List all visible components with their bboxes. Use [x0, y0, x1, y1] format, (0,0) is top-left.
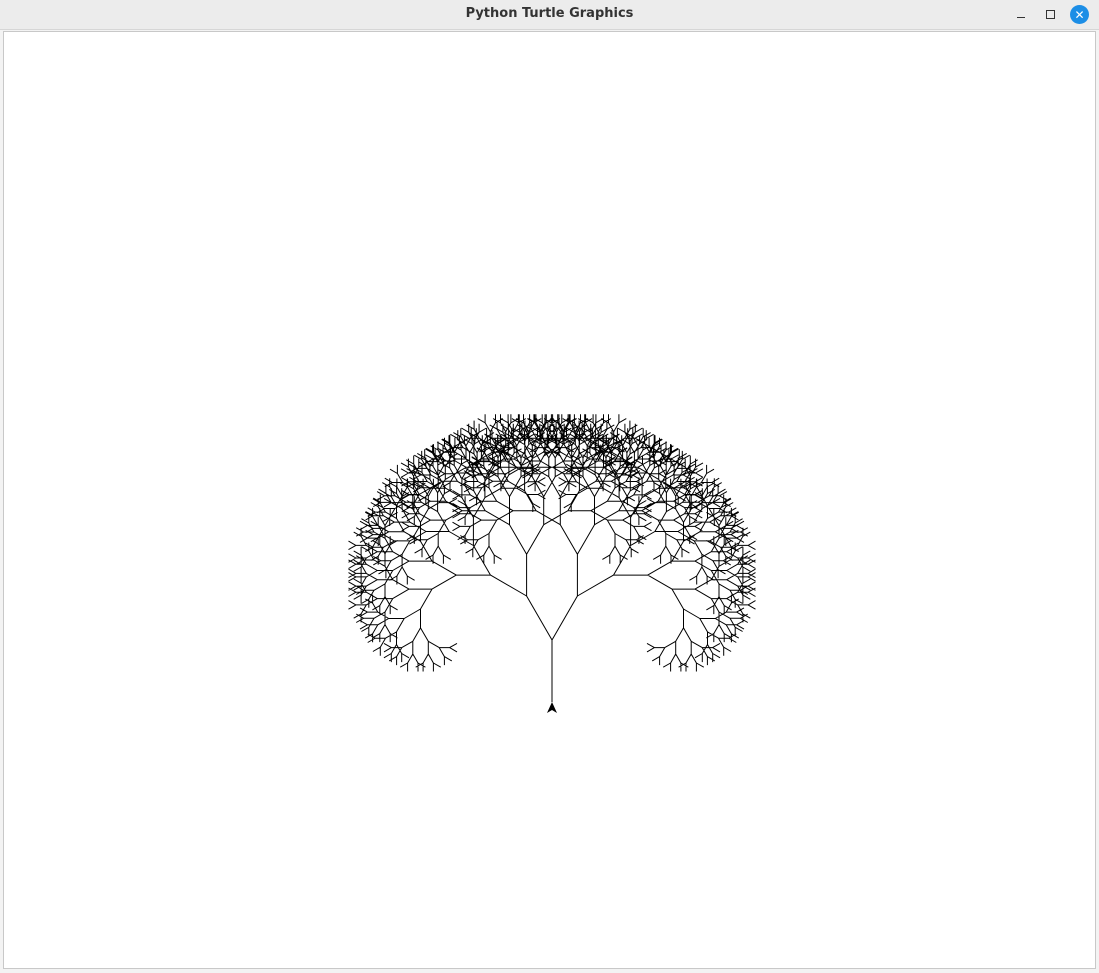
- maximize-icon: [1046, 10, 1055, 19]
- minimize-icon: [1016, 16, 1025, 18]
- tree-branches: [348, 414, 756, 702]
- close-button[interactable]: ✕: [1070, 5, 1089, 24]
- maximize-button[interactable]: [1041, 5, 1060, 24]
- arrow-turtle-icon: [547, 702, 557, 713]
- fractal-tree-drawing: [348, 414, 756, 702]
- turtle-canvas-area[interactable]: [3, 31, 1096, 969]
- window-titlebar[interactable]: Python Turtle Graphics ✕: [0, 0, 1099, 30]
- turtle-canvas: [348, 414, 756, 713]
- minimize-button[interactable]: [1011, 5, 1030, 24]
- close-icon: ✕: [1074, 7, 1085, 22]
- window-title: Python Turtle Graphics: [465, 6, 634, 21]
